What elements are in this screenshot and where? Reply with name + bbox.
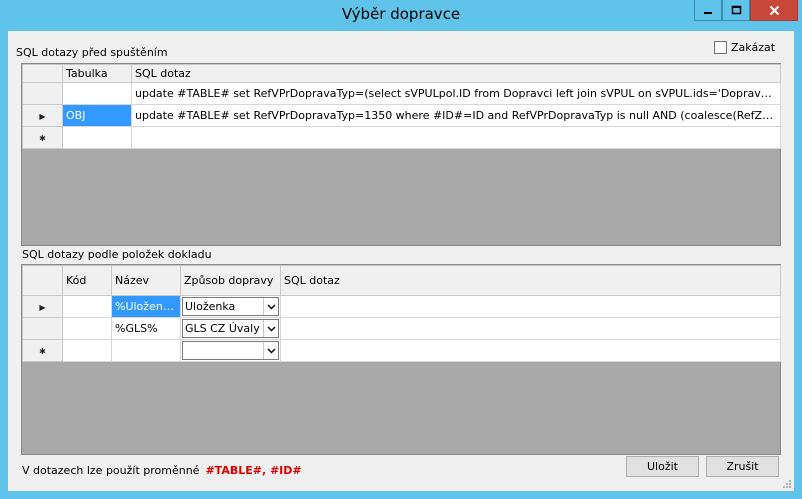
window: Výběr dopravce SQL dotazy před spuštěním… <box>0 0 802 499</box>
shipping-method-dropdown[interactable]: GLS CZ Úvaly <box>182 319 279 338</box>
cell-name[interactable] <box>111 339 181 362</box>
maximize-button[interactable] <box>722 0 750 21</box>
cell-code[interactable] <box>62 317 112 340</box>
close-icon <box>769 5 779 15</box>
cell-table[interactable]: OBJ <box>62 104 132 127</box>
cell-sql-query[interactable]: update #TABLE# set RefVPrDopravaTyp=1350… <box>131 104 781 127</box>
pre-run-queries-grid[interactable]: Tabulka SQL dotaz update #TABLE# set Ref… <box>21 63 781 246</box>
dialog-body: SQL dotazy před spuštěním Zakázat Tabulk… <box>8 31 794 491</box>
cell-sql-query[interactable]: update #TABLE# set RefVPrDopravaTyp=(sel… <box>131 82 781 105</box>
new-row-icon: ✱ <box>39 134 46 143</box>
cell-shipping-method[interactable]: GLS CZ Úvaly <box>180 317 281 340</box>
table-row[interactable]: ▶ OBJ update #TABLE# set RefVPrDopravaTy… <box>22 104 781 127</box>
cell-name[interactable]: %Uloženka% <box>111 295 181 318</box>
close-button[interactable] <box>750 0 798 21</box>
current-row-icon: ▶ <box>39 303 46 312</box>
cell-sql-query[interactable] <box>280 317 781 340</box>
chevron-down-icon[interactable] <box>263 320 278 337</box>
variables-hint-text: V dotazech lze použít proměnné <box>22 464 200 477</box>
maximize-icon <box>731 5 741 15</box>
variables-hint: V dotazech lze použít proměnné #TABLE#, #… <box>22 464 302 477</box>
cell-shipping-method[interactable]: Uloženka <box>180 295 281 318</box>
disable-checkbox-label: Zakázat <box>731 41 776 54</box>
table-row[interactable]: update #TABLE# set RefVPrDopravaTyp=(sel… <box>22 82 781 105</box>
column-header-sql-query[interactable]: SQL dotaz <box>280 265 781 296</box>
shipping-method-dropdown[interactable]: Uloženka <box>182 297 279 316</box>
bottom-section-label: SQL dotazy podle položek dokladu <box>22 248 212 261</box>
cell-name[interactable]: %GLS% <box>111 317 181 340</box>
cell-code[interactable] <box>62 339 112 362</box>
column-header-table[interactable]: Tabulka <box>62 64 132 83</box>
minimize-icon <box>704 12 712 14</box>
cell-sql-query[interactable] <box>280 295 781 318</box>
row-header[interactable]: ✱ <box>22 126 63 149</box>
row-header[interactable] <box>22 317 63 340</box>
top-section-label: SQL dotazy před spuštěním <box>16 46 168 59</box>
cell-sql-query[interactable] <box>131 126 781 149</box>
column-header-sql-query[interactable]: SQL dotaz <box>131 64 781 83</box>
row-header[interactable]: ▶ <box>22 104 63 127</box>
new-row-icon: ✱ <box>39 347 46 356</box>
cell-table[interactable] <box>62 126 132 149</box>
shipping-method-dropdown[interactable] <box>182 341 279 360</box>
window-title: Výběr dopravce <box>341 5 461 23</box>
column-header-code[interactable]: Kód <box>62 265 112 296</box>
item-queries-grid[interactable]: Kód Název Způsob dopravy SQL dotaz ▶ %Ul… <box>21 264 781 455</box>
save-button[interactable]: Uložit <box>626 456 699 477</box>
row-header[interactable]: ▶ <box>22 295 63 318</box>
chevron-down-icon[interactable] <box>263 298 278 315</box>
cell-shipping-method[interactable] <box>180 339 281 362</box>
row-header[interactable] <box>22 82 63 105</box>
minimize-button[interactable] <box>694 0 722 21</box>
current-row-icon: ▶ <box>39 112 46 121</box>
row-header[interactable]: ✱ <box>22 339 63 362</box>
resize-grip-icon[interactable] <box>782 479 792 489</box>
disable-checkbox[interactable] <box>714 41 727 54</box>
table-row[interactable]: %GLS% GLS CZ Úvaly <box>22 317 781 340</box>
dropdown-value: Uloženka <box>185 300 236 313</box>
table-row[interactable]: ▶ %Uloženka% Uloženka <box>22 295 781 318</box>
new-row[interactable]: ✱ <box>22 339 781 362</box>
column-header-name[interactable]: Název <box>111 265 181 296</box>
cell-sql-query[interactable] <box>280 339 781 362</box>
top-grid-corner <box>22 64 63 83</box>
dropdown-value: GLS CZ Úvaly <box>185 322 260 335</box>
title-bar[interactable]: Výběr dopravce <box>0 0 802 31</box>
cell-table[interactable] <box>62 82 132 105</box>
disable-checkbox-group[interactable]: Zakázat <box>714 41 775 54</box>
cell-code[interactable] <box>62 295 112 318</box>
column-header-shipping-method[interactable]: Způsob dopravy <box>180 265 281 296</box>
cancel-button[interactable]: Zrušit <box>706 456 779 477</box>
new-row[interactable]: ✱ <box>22 126 781 149</box>
bottom-grid-corner <box>22 265 63 296</box>
variables-highlight: #TABLE#, #ID# <box>205 464 302 477</box>
chevron-down-icon[interactable] <box>263 342 278 359</box>
